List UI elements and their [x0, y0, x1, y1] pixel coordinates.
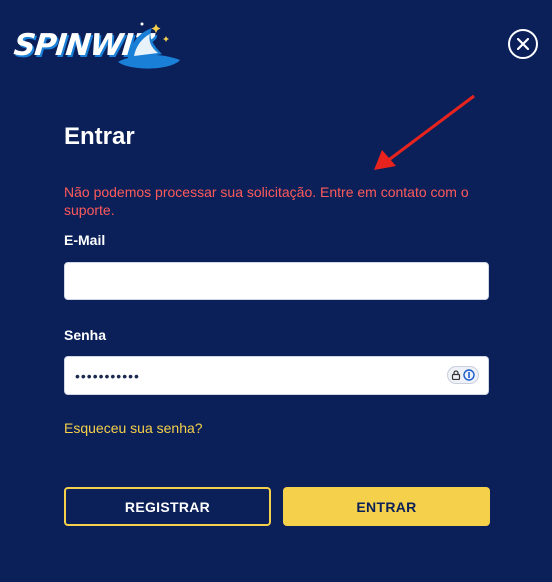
close-button[interactable]	[508, 29, 538, 59]
page-title: Entrar	[64, 123, 135, 150]
email-label: E-Mail	[64, 232, 106, 248]
forgot-password-link[interactable]: Esqueceu sua senha?	[64, 420, 203, 436]
wizard-hat-icon	[118, 22, 180, 69]
password-label: Senha	[64, 327, 107, 343]
login-button[interactable]: ENTRAR	[283, 487, 490, 526]
error-message: Não podemos processar sua solicitação. E…	[64, 184, 469, 218]
annotation-arrow-icon	[374, 94, 475, 170]
email-field[interactable]	[64, 262, 489, 300]
register-button[interactable]: REGISTRAR	[64, 487, 271, 526]
key-icon	[463, 369, 475, 381]
password-field-wrapper	[64, 356, 489, 395]
password-field[interactable]	[64, 356, 489, 395]
spinwiz-logo: SPINWIZ	[12, 18, 180, 74]
lock-icon	[451, 370, 461, 380]
password-manager-icon[interactable]	[447, 366, 479, 384]
close-icon	[517, 38, 529, 50]
